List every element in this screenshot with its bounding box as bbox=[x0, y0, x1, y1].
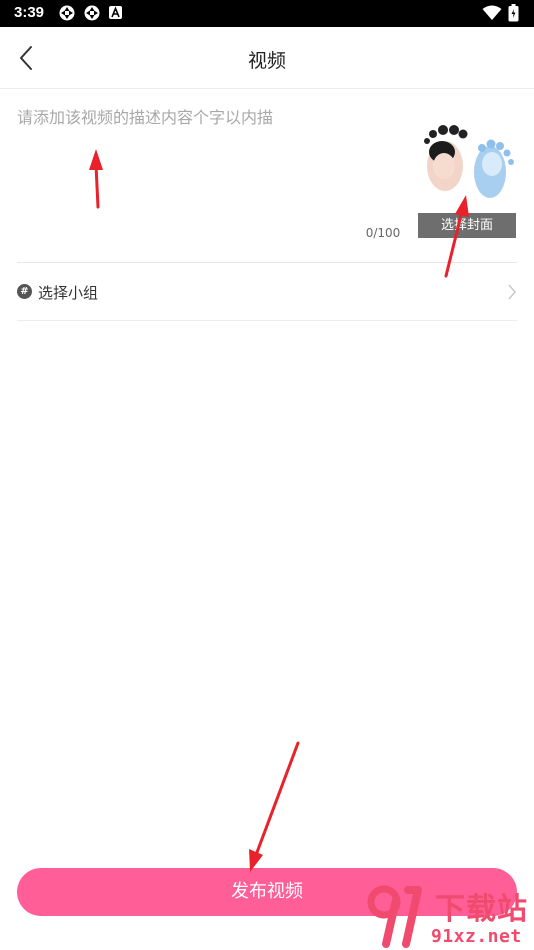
app-header: 视频 bbox=[0, 27, 534, 89]
hash-icon: # bbox=[17, 284, 32, 299]
chevron-right-icon bbox=[508, 284, 516, 300]
battery-icon bbox=[508, 4, 519, 22]
divider bbox=[17, 320, 517, 321]
status-time: 3:39 bbox=[14, 4, 45, 21]
character-counter: 0/100 bbox=[365, 226, 401, 240]
description-input[interactable] bbox=[17, 104, 397, 234]
watermark-url: 91xz.net bbox=[431, 926, 522, 947]
page-title: 视频 bbox=[247, 50, 286, 72]
app-a-icon bbox=[109, 6, 122, 19]
cover-picker[interactable]: 选择封面 bbox=[418, 124, 516, 238]
app-notification-icon bbox=[59, 5, 75, 21]
watermark-logo bbox=[367, 885, 422, 948]
select-group-label: 选择小组 bbox=[38, 284, 99, 302]
annotation-arrow bbox=[254, 741, 300, 857]
select-group-row[interactable]: # 选择小组 bbox=[17, 263, 517, 320]
select-cover-button[interactable]: 选择封面 bbox=[418, 213, 516, 238]
watermark-brand: 下载站 bbox=[435, 892, 528, 927]
status-bar: 3:39 bbox=[0, 0, 534, 27]
watermark: 下载站 91xz.net bbox=[362, 882, 534, 950]
cover-thumbnail bbox=[424, 125, 514, 198]
app-notification-icon bbox=[84, 5, 100, 21]
wifi-icon bbox=[482, 5, 502, 20]
